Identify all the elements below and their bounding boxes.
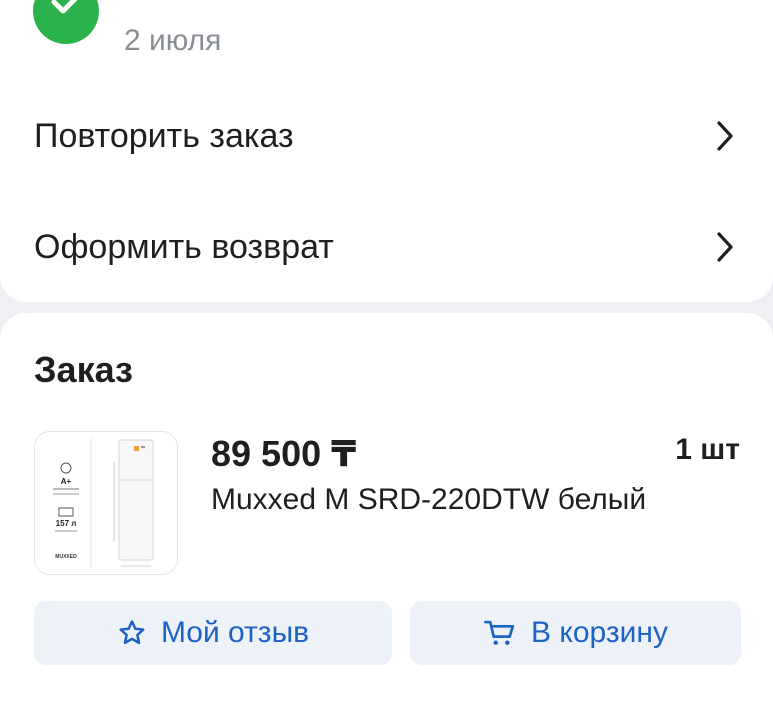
cart-icon [484,620,515,645]
return-order-row[interactable]: Оформить возврат [0,202,773,292]
volume-text: 157 л [56,519,77,528]
return-order-label: Оформить возврат [34,227,334,266]
my-review-label: Мой отзыв [160,616,310,649]
brand-text: MUXXED [55,554,77,560]
order-items-card: Заказ A+ 157 л MUXXED 89 500 ₸ 1 шт Muxx… [0,313,773,713]
product-name-link[interactable]: Muxxed M SRD-220DTW белый [211,483,646,517]
my-review-button[interactable]: Мой отзыв [34,601,392,665]
chevron-right-icon [717,232,733,262]
order-date: 2 июля [124,24,222,57]
product-thumbnail[interactable]: A+ 157 л MUXXED [34,431,178,575]
add-to-cart-label: В корзину [531,616,668,649]
product-image: A+ 157 л MUXXED [35,432,177,574]
order-summary-card: 2 июля Повторить заказ Оформить возврат [0,0,773,302]
add-to-cart-button[interactable]: В корзину [410,601,741,665]
product-price: 89 500 ₸ [211,433,357,474]
order-section-title: Заказ [34,349,133,390]
energy-class-text: A+ [61,477,72,486]
chevron-right-icon [717,121,733,151]
status-check-icon [33,0,99,44]
star-icon [119,620,145,645]
product-quantity: 1 шт [675,433,740,466]
repeat-order-row[interactable]: Повторить заказ [0,91,773,181]
repeat-order-label: Повторить заказ [34,116,294,155]
